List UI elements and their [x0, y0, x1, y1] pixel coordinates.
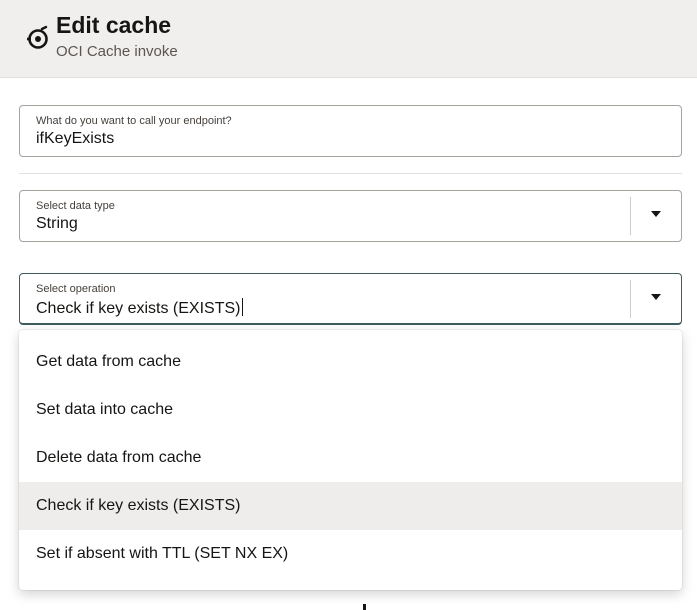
- data-type-label: Select data type: [36, 200, 115, 212]
- section-divider: [19, 173, 682, 174]
- endpoint-name-value[interactable]: ifKeyExists: [36, 130, 114, 148]
- operation-value-text: Check if key exists (EXISTS): [36, 300, 241, 317]
- operation-dropdown-menu: Get data from cache Set data into cache …: [19, 330, 682, 590]
- dropdown-divider: [630, 197, 631, 235]
- endpoint-name-field[interactable]: What do you want to call your endpoint? …: [19, 105, 682, 157]
- operation-label: Select operation: [36, 283, 116, 295]
- page-title: Edit cache: [56, 12, 172, 38]
- chevron-down-icon[interactable]: [651, 294, 661, 300]
- cache-ring-icon: [27, 25, 48, 49]
- data-type-select[interactable]: Select data type String: [19, 190, 682, 242]
- dialog-header: Edit cache OCI Cache invoke: [0, 0, 697, 78]
- chevron-down-icon[interactable]: [651, 211, 661, 217]
- endpoint-name-label: What do you want to call your endpoint?: [36, 115, 232, 127]
- text-caret: [241, 298, 243, 316]
- dropdown-divider: [630, 280, 631, 318]
- menu-item-set-nx-ex[interactable]: Set if absent with TTL (SET NX EX): [19, 530, 682, 578]
- data-type-value[interactable]: String: [36, 215, 78, 233]
- menu-item-delete[interactable]: Delete data from cache: [19, 434, 682, 482]
- menu-item-get[interactable]: Get data from cache: [19, 338, 682, 386]
- mouse-cursor-tip: [363, 604, 366, 610]
- operation-select[interactable]: Select operation Check if key exists (EX…: [19, 273, 682, 325]
- operation-value[interactable]: Check if key exists (EXISTS): [36, 298, 243, 318]
- page-subtitle: OCI Cache invoke: [56, 43, 178, 60]
- menu-item-exists[interactable]: Check if key exists (EXISTS): [19, 482, 682, 530]
- menu-item-set[interactable]: Set data into cache: [19, 386, 682, 434]
